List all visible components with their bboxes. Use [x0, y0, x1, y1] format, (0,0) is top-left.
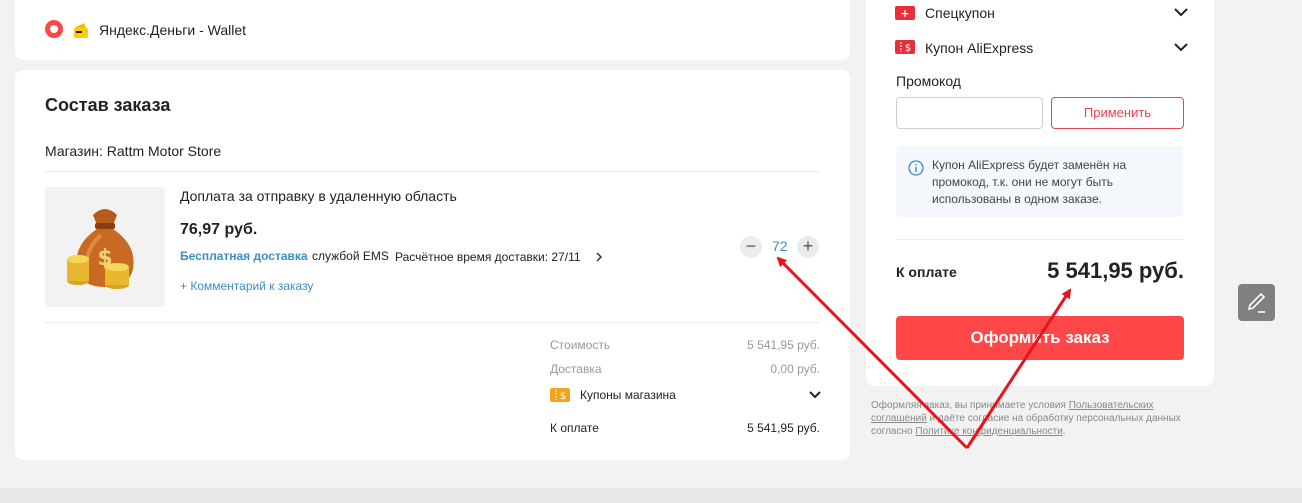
- annotation-arrow: [776, 256, 969, 450]
- annotation-arrow: [965, 288, 1072, 449]
- annotation-arrows: [776, 256, 1072, 450]
